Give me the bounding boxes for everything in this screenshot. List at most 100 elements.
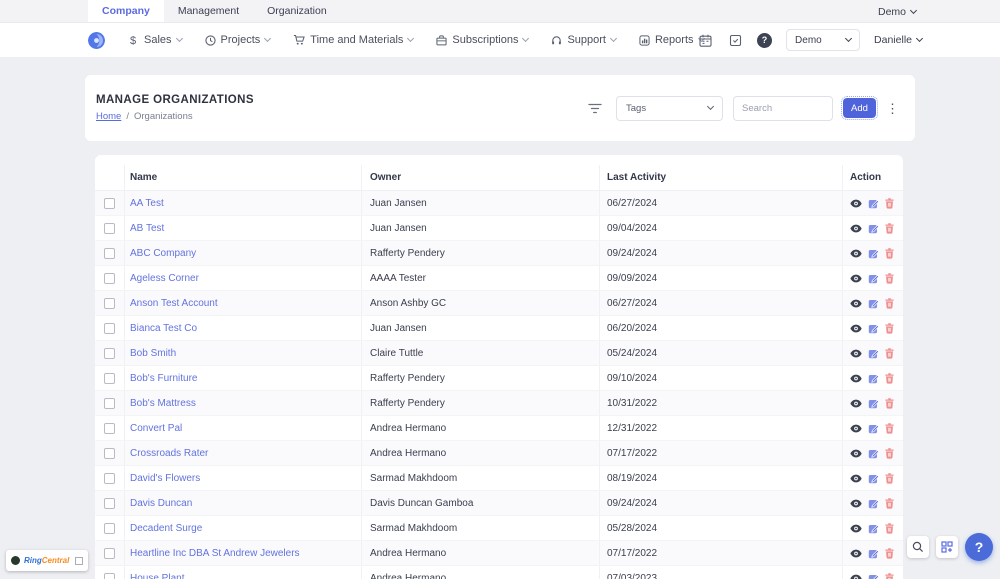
row-checkbox[interactable] [104,523,115,534]
org-name-link[interactable]: AB Test [130,223,164,234]
view-icon[interactable] [850,374,862,383]
org-name-link[interactable]: Anson Test Account [130,298,218,309]
delete-icon[interactable] [885,398,894,409]
org-name-link[interactable]: Decadent Surge [130,523,202,534]
row-checkbox[interactable] [104,373,115,384]
org-name-link[interactable]: ABC Company [130,248,196,259]
row-checkbox[interactable] [104,323,115,334]
expand-icon[interactable] [75,557,83,565]
row-checkbox[interactable] [104,573,115,579]
view-icon[interactable] [850,499,862,508]
delete-icon[interactable] [885,573,894,579]
view-icon[interactable] [850,449,862,458]
row-checkbox[interactable] [104,248,115,259]
tags-select[interactable]: Tags [616,96,723,121]
nav-support[interactable]: Support [551,34,616,46]
org-name-link[interactable]: Convert Pal [130,423,182,434]
row-checkbox[interactable] [104,223,115,234]
row-checkbox[interactable] [104,448,115,459]
row-checkbox[interactable] [104,298,115,309]
delete-icon[interactable] [885,348,894,359]
view-icon[interactable] [850,574,862,579]
env-switcher[interactable]: Demo [878,0,916,23]
delete-icon[interactable] [885,423,894,434]
edit-icon[interactable] [868,198,879,209]
view-icon[interactable] [850,524,862,533]
tab-management[interactable]: Management [164,0,253,22]
filter-icon[interactable] [588,103,602,114]
org-name-link[interactable]: Heartline Inc DBA St Andrew Jewelers [130,548,300,559]
edit-icon[interactable] [868,523,879,534]
company-select[interactable]: Demo [786,29,860,51]
search-input[interactable] [733,96,833,121]
add-button[interactable]: Add [843,98,876,118]
edit-icon[interactable] [868,423,879,434]
org-name-link[interactable]: AA Test [130,198,164,209]
view-icon[interactable] [850,424,862,433]
delete-icon[interactable] [885,298,894,309]
view-icon[interactable] [850,199,862,208]
delete-icon[interactable] [885,498,894,509]
org-name-link[interactable]: Bob's Furniture [130,373,198,384]
org-name-link[interactable]: Davis Duncan [130,498,192,509]
org-name-link[interactable]: Crossroads Rater [130,448,208,459]
org-name-link[interactable]: David's Flowers [130,473,200,484]
delete-icon[interactable] [885,448,894,459]
view-icon[interactable] [850,274,862,283]
nav-projects[interactable]: Projects [205,34,271,46]
app-logo-icon[interactable] [88,32,105,49]
help-fab-button[interactable]: ? [965,533,993,561]
org-name-link[interactable]: Ageless Corner [130,273,199,284]
edit-icon[interactable] [868,273,879,284]
edit-icon[interactable] [868,473,879,484]
kebab-menu-icon[interactable]: ⋮ [886,102,899,115]
view-icon[interactable] [850,474,862,483]
row-checkbox[interactable] [104,273,115,284]
row-checkbox[interactable] [104,498,115,509]
edit-icon[interactable] [868,248,879,259]
edit-icon[interactable] [868,498,879,509]
view-icon[interactable] [850,324,862,333]
nav-sales[interactable]: $ Sales [129,34,182,46]
edit-icon[interactable] [868,448,879,459]
delete-icon[interactable] [885,523,894,534]
nav-reports[interactable]: Reports [639,34,704,46]
org-name-link[interactable]: Bob's Mattress [130,398,196,409]
breadcrumb-home-link[interactable]: Home [96,111,121,122]
view-icon[interactable] [850,224,862,233]
delete-icon[interactable] [885,273,894,284]
org-name-link[interactable]: House Plant [130,573,184,579]
row-checkbox[interactable] [104,198,115,209]
org-name-link[interactable]: Bob Smith [130,348,176,359]
delete-icon[interactable] [885,323,894,334]
tab-organization[interactable]: Organization [253,0,341,22]
view-icon[interactable] [850,249,862,258]
delete-icon[interactable] [885,198,894,209]
row-checkbox[interactable] [104,423,115,434]
tab-company[interactable]: Company [88,0,164,22]
edit-icon[interactable] [868,573,879,579]
org-name-link[interactable]: Bianca Test Co [130,323,197,334]
widgets-fab-button[interactable] [936,536,958,558]
view-icon[interactable] [850,349,862,358]
edit-icon[interactable] [868,323,879,334]
edit-icon[interactable] [868,298,879,309]
edit-icon[interactable] [868,548,879,559]
user-menu[interactable]: Danielle [874,34,922,46]
delete-icon[interactable] [885,248,894,259]
delete-icon[interactable] [885,548,894,559]
row-checkbox[interactable] [104,548,115,559]
edit-icon[interactable] [868,373,879,384]
edit-icon[interactable] [868,348,879,359]
edit-icon[interactable] [868,223,879,234]
edit-icon[interactable] [868,398,879,409]
calendar-icon[interactable] [697,32,713,48]
row-checkbox[interactable] [104,348,115,359]
delete-icon[interactable] [885,373,894,384]
tasks-icon[interactable] [727,32,743,48]
ringcentral-widget[interactable]: RingCentral [6,550,88,571]
row-checkbox[interactable] [104,398,115,409]
help-icon[interactable]: ? [757,33,772,48]
nav-subscriptions[interactable]: Subscriptions [436,34,528,46]
row-checkbox[interactable] [104,473,115,484]
